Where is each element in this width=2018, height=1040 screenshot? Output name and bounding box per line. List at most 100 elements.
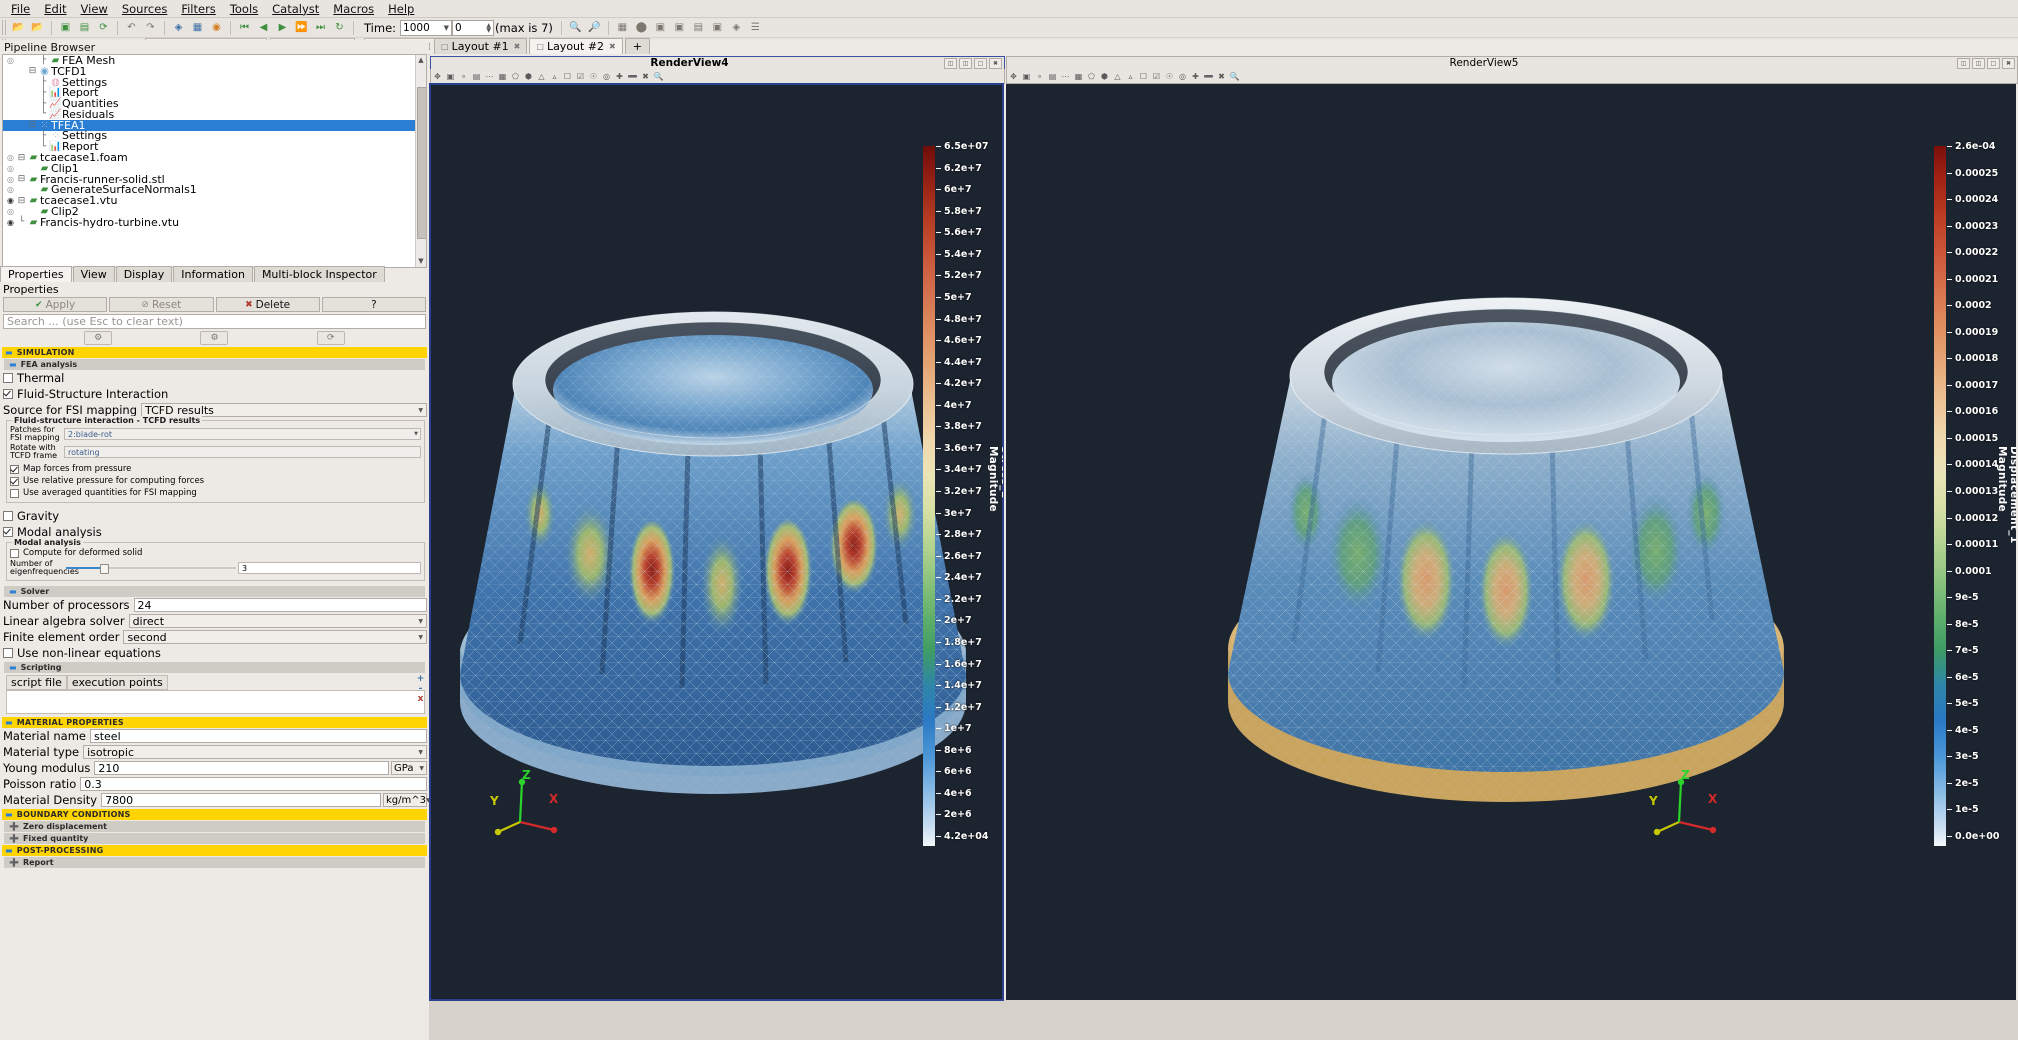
split-horizontal-icon[interactable]: ◫ — [1957, 58, 1970, 69]
pipeline-scroll-thumb[interactable] — [417, 87, 427, 239]
frustum-points-icon[interactable]: ▵ — [1124, 70, 1137, 82]
tab-multiblock-inspector[interactable]: Multi-block Inspector — [254, 266, 385, 282]
extract-subset-icon[interactable]: ▣ — [709, 20, 726, 36]
pipeline-scrollbar[interactable]: ▲ ▼ — [415, 55, 426, 267]
rotate-combo[interactable]: rotating — [64, 446, 421, 458]
clip-icon[interactable]: ▣ — [652, 20, 669, 36]
select-cells-icon[interactable]: ▣ — [444, 70, 457, 82]
eye-visible-icon[interactable]: ◉ — [5, 218, 16, 227]
eigenfrequencies-slider[interactable] — [66, 563, 236, 573]
eye-hidden-icon[interactable]: ◎ — [5, 185, 16, 194]
interact-mode-icon[interactable]: ✥ — [1007, 70, 1020, 82]
section-fixed-quantity[interactable]: ➕ Fixed quantity — [4, 833, 425, 844]
reset-button[interactable]: ⊘Reset — [109, 297, 213, 312]
help-button[interactable]: ? — [322, 297, 426, 312]
eye-hidden-icon[interactable]: ◎ — [5, 207, 16, 216]
eye-hidden-icon[interactable]: ◎ — [5, 175, 16, 184]
open-recent-icon[interactable]: 📂 — [29, 20, 46, 36]
material-type-combo[interactable]: isotropic ▼ — [83, 745, 427, 759]
time-value-combo[interactable]: 1000 ▼ — [400, 20, 452, 36]
orientation-axes-left[interactable]: X Y Z — [492, 772, 562, 832]
thermal-checkbox[interactable]: Thermal — [0, 370, 429, 386]
fsi-checkbox[interactable]: Fluid-Structure Interaction — [0, 386, 429, 402]
interactive-select-points-icon[interactable]: ☑ — [574, 70, 587, 82]
execution-points-column[interactable]: execution points — [67, 675, 168, 690]
connect-server-icon[interactable]: ▣ — [57, 20, 74, 36]
select-block-icon[interactable]: ▦ — [496, 70, 509, 82]
menu-help[interactable]: Help — [381, 1, 421, 17]
select-block-icon[interactable]: ▦ — [1072, 70, 1085, 82]
processors-input[interactable]: 24 — [134, 598, 427, 612]
patches-combo[interactable]: 2:blade-rot ▼ — [64, 428, 421, 440]
find-data-icon[interactable]: 🔍 — [652, 70, 665, 82]
select-cells-through-icon[interactable]: ▤ — [1046, 70, 1059, 82]
close-icon[interactable]: ✖ — [514, 42, 521, 51]
load-palette-icon[interactable]: ◉ — [208, 20, 225, 36]
split-vertical-icon[interactable]: ◫ — [1972, 58, 1985, 69]
close-icon[interactable]: ✖ — [609, 42, 616, 51]
pipeline-browser[interactable]: ◎├▰FEA Mesh⊟◉TCFD1├◍Settings├📊Report├📈Qu… — [2, 54, 427, 268]
material-density-input[interactable]: 7800 — [101, 793, 381, 807]
polygon-select-cells-icon[interactable]: ⬠ — [1085, 70, 1098, 82]
toolbar-grip[interactable] — [2, 20, 7, 35]
eigenfrequencies-value-input[interactable]: 3 — [238, 562, 421, 574]
section-zero-displacement[interactable]: ➕ Zero displacement — [4, 821, 425, 832]
interact-mode-icon[interactable]: ✥ — [431, 70, 444, 82]
previous-frame-icon[interactable]: ◀ — [255, 20, 272, 36]
contour-icon[interactable]: ⬤ — [633, 20, 650, 36]
section-boundary-conditions[interactable]: ▬ BOUNDARY CONDITIONS — [2, 809, 427, 820]
polygon-select-cells-icon[interactable]: ⬠ — [509, 70, 522, 82]
split-vertical-icon[interactable]: ◫ — [959, 58, 972, 69]
tab-view[interactable]: View — [73, 266, 115, 282]
maximize-icon[interactable]: □ — [974, 58, 987, 69]
tab-display[interactable]: Display — [116, 266, 173, 282]
deformed-solid-checkbox[interactable]: Compute for deformed solid — [10, 547, 421, 559]
properties-search-input[interactable]: Search ... (use Esc to clear text) — [3, 314, 426, 329]
eye-hidden-icon[interactable]: ◎ — [5, 56, 16, 65]
nonlinear-checkbox[interactable]: Use non-linear equations — [0, 645, 429, 661]
menu-sources[interactable]: Sources — [115, 1, 175, 17]
section-report[interactable]: ➕ Report — [4, 857, 425, 868]
section-material-properties[interactable]: ▬ MATERIAL PROPERTIES — [2, 717, 427, 728]
camera-link-icon[interactable]: ◈ — [170, 20, 187, 36]
menu-catalyst[interactable]: Catalyst — [265, 1, 326, 17]
tree-toggle-icon[interactable]: ⊟ — [16, 174, 27, 184]
clear-selection-icon[interactable]: ✖ — [1215, 70, 1228, 82]
shrink-selection-icon[interactable]: ➖ — [1202, 70, 1215, 82]
gravity-checkbox[interactable]: Gravity — [0, 508, 429, 524]
slice-icon[interactable]: ▣ — [671, 20, 688, 36]
material-name-input[interactable]: steel — [90, 729, 427, 743]
eye-visible-icon[interactable]: ◉ — [5, 196, 16, 205]
grow-selection-icon[interactable]: ✚ — [613, 70, 626, 82]
spin-arrows-icon[interactable]: ▲▼ — [486, 23, 491, 33]
scroll-up-icon[interactable]: ▲ — [417, 56, 425, 65]
select-points-icon[interactable]: ∘ — [1033, 70, 1046, 82]
menu-view[interactable]: View — [74, 1, 115, 17]
map-forces-checkbox[interactable]: Map forces from pressure — [10, 463, 421, 475]
maximize-icon[interactable]: □ — [1987, 58, 2000, 69]
frustum-cells-icon[interactable]: △ — [1111, 70, 1124, 82]
save-state-icon[interactable]: ▦ — [189, 20, 206, 36]
menu-tools[interactable]: Tools — [223, 1, 265, 17]
select-points-through-icon[interactable]: ⋯ — [1059, 70, 1072, 82]
interactive-select-cells-icon[interactable]: ☐ — [561, 70, 574, 82]
render-view-right-canvas[interactable]: 2.6e-040.000250.000240.000230.000220.000… — [1006, 84, 2016, 1000]
select-points-through-icon[interactable]: ⋯ — [483, 70, 496, 82]
section-simulation[interactable]: ▬ SIMULATION — [2, 347, 427, 358]
tree-toggle-icon[interactable]: ⊡ — [27, 120, 38, 130]
menu-macros[interactable]: Macros — [326, 1, 381, 17]
poisson-ratio-input[interactable]: 0.3 — [80, 777, 427, 791]
polygon-select-points-icon[interactable]: ⬢ — [1098, 70, 1111, 82]
select-cells-through-icon[interactable]: ▤ — [470, 70, 483, 82]
young-modulus-input[interactable]: 210 — [94, 761, 389, 775]
fsi-source-combo[interactable]: TCFD results ▼ — [141, 403, 427, 417]
hover-cells-icon[interactable]: ☉ — [1163, 70, 1176, 82]
frame-spinbox[interactable]: 0 ▲▼ — [452, 20, 494, 36]
interactive-select-points-icon[interactable]: ☑ — [1150, 70, 1163, 82]
select-points-icon[interactable]: ∘ — [457, 70, 470, 82]
orientation-axes-right[interactable]: X Y Z — [1651, 772, 1721, 832]
young-modulus-unit-combo[interactable]: GPa ▼ — [391, 761, 427, 775]
section-fea-analysis[interactable]: ▬ FEA analysis — [4, 359, 425, 370]
pipeline-item-francis-hydro-turbine-vtu[interactable]: ◉└▰Francis-hydro-turbine.vtu — [3, 217, 426, 228]
glyph-icon[interactable]: ◈ — [728, 20, 745, 36]
